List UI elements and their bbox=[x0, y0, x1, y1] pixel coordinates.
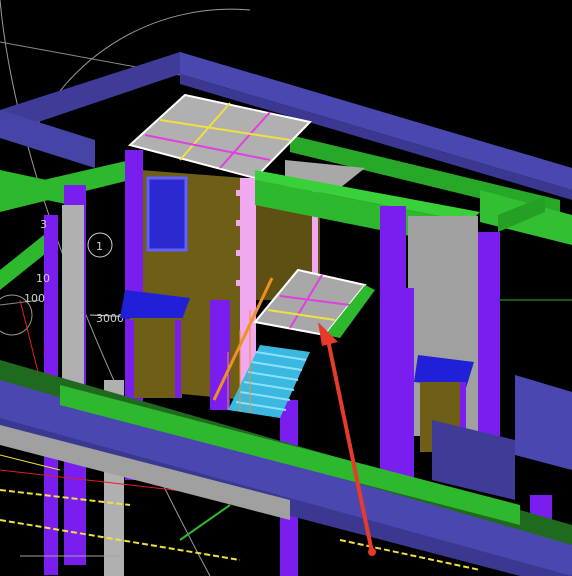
dim-label-5: 3000 bbox=[96, 312, 124, 325]
dim-label-4: 100 bbox=[24, 292, 45, 305]
column-cap-left[interactable] bbox=[120, 290, 190, 398]
dim-label-3: 10 bbox=[36, 272, 50, 285]
dim-label-2: 1 bbox=[96, 240, 103, 253]
gray-column[interactable] bbox=[62, 205, 84, 385]
window[interactable] bbox=[146, 176, 188, 252]
3d-model-viewport[interactable]: 3 1 10 100 3000 bbox=[0, 0, 572, 576]
dim-label-1: 3 bbox=[40, 218, 47, 231]
